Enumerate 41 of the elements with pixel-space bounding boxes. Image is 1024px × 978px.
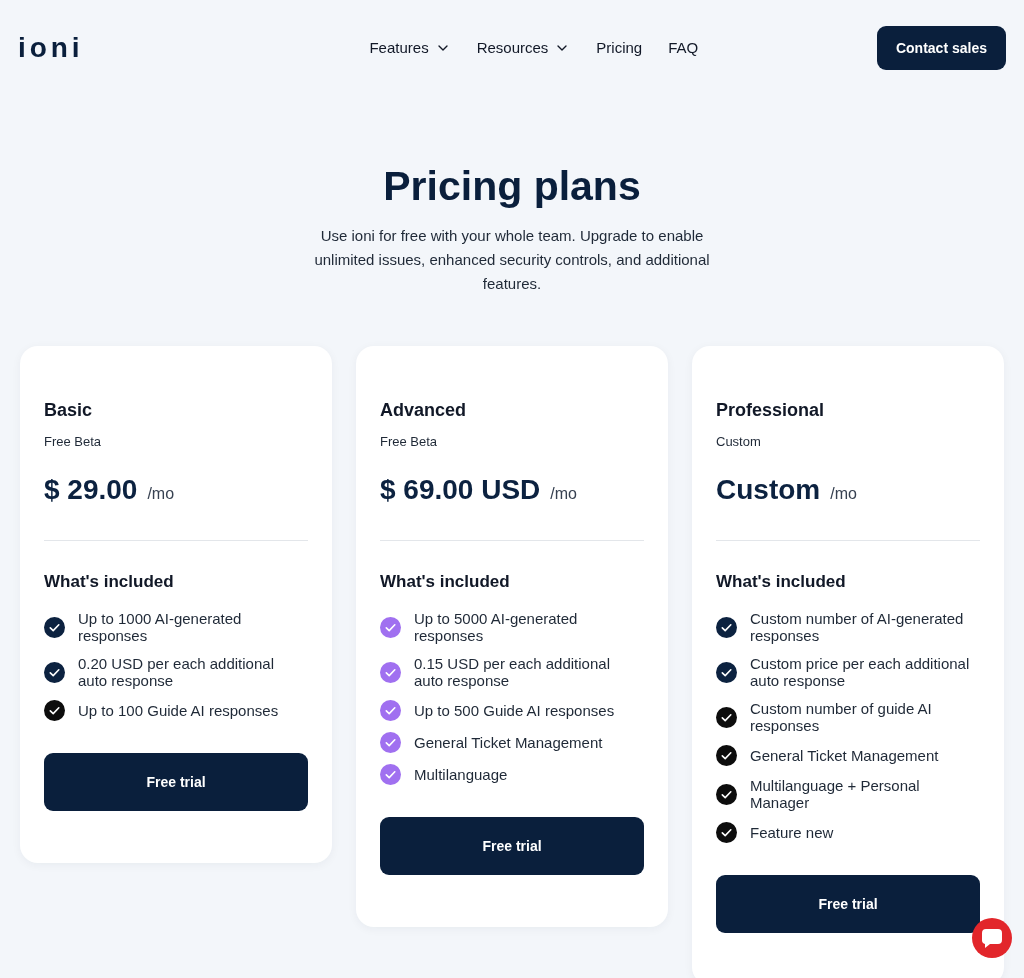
nav-link[interactable]: Pricing (596, 36, 643, 60)
nav-link[interactable]: Features (369, 36, 451, 60)
speech-bubble-icon (982, 928, 1002, 948)
plan-price: $ 69.00 USD (380, 473, 541, 507)
feature-text: General Ticket Management (414, 734, 603, 751)
free-trial-button[interactable]: Free trial (44, 753, 308, 811)
feature-text: Custom number of AI-generated responses (750, 610, 965, 644)
contact-sales-button[interactable]: Contact sales (876, 26, 1006, 70)
feature-text: Multilanguage (414, 766, 508, 783)
feature-text: General Ticket Management (750, 747, 939, 764)
logo[interactable]: ioni (18, 32, 84, 64)
plan-name: Basic (44, 399, 94, 422)
free-trial-button[interactable]: Free trial (716, 875, 980, 933)
plan-name: Advanced (380, 399, 468, 422)
plan-price: Custom (716, 473, 821, 507)
feature-text: Up to 5000 AI-generated responses (414, 610, 579, 644)
feature-text: Up to 1000 AI-generated responses (78, 610, 243, 644)
price-period: /mo (147, 484, 175, 504)
feature-text: Multilanguage + Personal Manager (750, 777, 921, 811)
feature-text: 0.20 USD per each additional auto response (78, 655, 275, 689)
price-period: /mo (550, 484, 577, 504)
plan-tier-label: Free Beta (380, 433, 439, 451)
feature-text: Custom price per each additional auto response (750, 655, 971, 689)
nav-link[interactable]: Resources (476, 36, 571, 60)
page-title: Pricing plans (383, 162, 641, 211)
plan-price: $ 29.00 (44, 473, 138, 507)
included-heading: What's included (44, 571, 175, 593)
feature-text: Custom number of guide AI responses (750, 700, 933, 734)
feature-text: Up to 100 Guide AI responses (78, 702, 279, 719)
free-trial-button[interactable]: Free trial (380, 817, 644, 875)
plan-name: Professional (716, 399, 826, 422)
plan-tier-label: Free Beta (44, 433, 103, 451)
plan-tier-label: Custom (716, 433, 762, 451)
included-heading: What's included (716, 571, 847, 593)
price-period: /mo (830, 484, 857, 504)
page-subtitle: Use ioni for free with your whole team. Upgrade to enable unlimited issues, enhanced security controls, and additional features. (313, 226, 711, 294)
feature-text: 0.15 USD per each additional auto response (414, 655, 611, 689)
nav-link[interactable]: FAQ (668, 36, 699, 60)
feature-text: Feature new (750, 824, 834, 841)
feature-text: Up to 500 Guide AI responses (414, 702, 615, 719)
included-heading: What's included (380, 571, 511, 593)
